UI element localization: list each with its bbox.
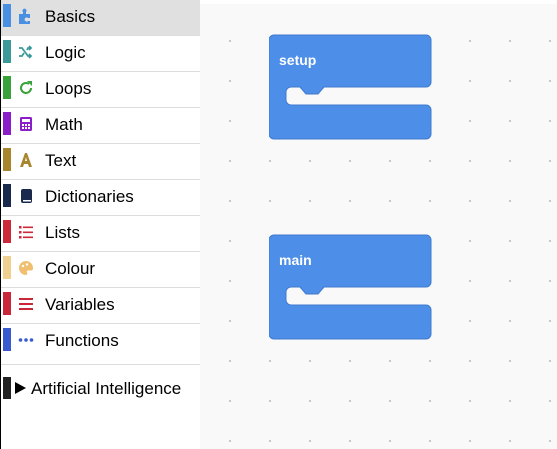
bars-icon — [18, 296, 34, 312]
block-label: setup — [279, 52, 316, 68]
block-shape — [269, 34, 432, 140]
refresh-icon — [18, 80, 34, 96]
shuffle-icon — [18, 44, 34, 60]
category-loops[interactable]: Loops — [1, 72, 200, 108]
category-lists[interactable]: Lists — [1, 216, 200, 252]
calculator-icon — [18, 116, 34, 132]
main-block[interactable]: main — [269, 234, 433, 342]
category-color-stripe — [3, 40, 11, 63]
category-color-stripe — [3, 292, 11, 315]
category-artificial-intelligence[interactable]: Artificial Intelligence — [1, 364, 200, 410]
category-colour[interactable]: Colour — [1, 252, 200, 288]
category-basics[interactable]: Basics — [1, 0, 200, 36]
category-label: Variables — [45, 295, 115, 314]
category-color-stripe — [3, 4, 11, 27]
book-icon — [18, 188, 34, 204]
category-label: Lists — [45, 223, 80, 242]
dots-icon — [18, 332, 34, 348]
category-logic[interactable]: Logic — [1, 36, 200, 72]
category-color-stripe — [3, 256, 11, 279]
category-label: Loops — [45, 79, 92, 98]
category-color-stripe — [3, 220, 11, 243]
category-color-stripe — [3, 377, 11, 399]
text-a-icon — [18, 152, 34, 168]
category-label: Functions — [45, 331, 119, 350]
puzzle-icon — [18, 8, 34, 24]
category-label: Dictionaries — [45, 187, 134, 206]
category-variables[interactable]: Variables — [1, 288, 200, 324]
category-label: Colour — [45, 259, 96, 278]
category-label: Text — [45, 151, 77, 170]
category-label: Logic — [45, 43, 86, 62]
category-label: Artificial Intelligence — [31, 379, 182, 398]
category-color-stripe — [3, 112, 11, 135]
palette-icon — [18, 260, 34, 276]
expand-arrow-icon[interactable] — [15, 382, 26, 394]
setup-block[interactable]: setup — [269, 34, 433, 142]
block-shape — [269, 234, 432, 340]
list-icon — [18, 224, 34, 240]
category-color-stripe — [3, 184, 11, 207]
block-label: main — [279, 252, 312, 268]
category-color-stripe — [3, 148, 11, 171]
category-math[interactable]: Math — [1, 108, 200, 144]
category-color-stripe — [3, 76, 11, 99]
category-text[interactable]: Text — [1, 144, 200, 180]
category-label: Math — [45, 115, 83, 134]
category-label: Basics — [45, 7, 96, 26]
category-functions[interactable]: Functions — [1, 324, 200, 360]
toolbox: Basics Logic Loops Math Text Dictionarie — [0, 0, 200, 449]
category-dictionaries[interactable]: Dictionaries — [1, 180, 200, 216]
category-color-stripe — [3, 328, 11, 351]
